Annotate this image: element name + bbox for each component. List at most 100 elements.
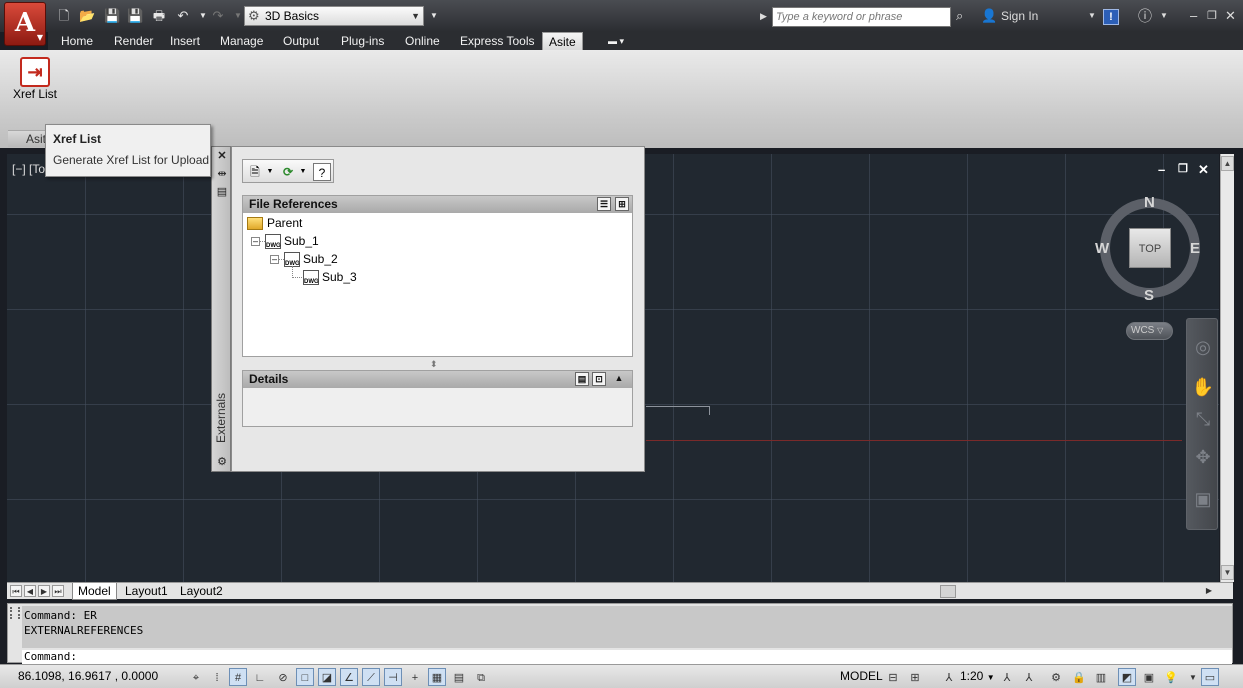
infer-constraints-icon[interactable]: ⌖ bbox=[187, 668, 205, 686]
xref-list-button[interactable]: ⇥ Xref List bbox=[8, 54, 62, 112]
3d-object-snap-icon[interactable]: ◪ bbox=[318, 668, 336, 686]
first-layout-icon[interactable]: ⏮ bbox=[10, 585, 22, 597]
communication-center-icon[interactable]: ! bbox=[1103, 9, 1119, 25]
tree-node-sub-1[interactable]: DWG Sub_1 bbox=[265, 233, 319, 250]
annotation-scale-icon[interactable]: ⅄ bbox=[940, 668, 958, 686]
user-icon[interactable]: 👤 bbox=[981, 6, 997, 26]
viewcube-top-face[interactable]: TOP bbox=[1129, 228, 1171, 268]
properties-icon[interactable]: ▤ bbox=[215, 185, 229, 199]
save-icon[interactable]: 💾 bbox=[104, 8, 120, 24]
ortho-mode-icon[interactable]: ∟ bbox=[251, 668, 269, 686]
transparency-icon[interactable]: ▦ bbox=[428, 668, 446, 686]
quick-view-drawings-icon[interactable]: ⊞ bbox=[906, 668, 924, 686]
tab-express-tools[interactable]: Express Tools bbox=[454, 32, 540, 50]
list-view-icon[interactable]: ☰ bbox=[597, 197, 611, 211]
attach-dropdown-icon[interactable]: ▼ bbox=[265, 163, 275, 181]
refresh-dropdown-icon[interactable]: ▼ bbox=[298, 163, 308, 181]
grid-display-icon[interactable]: # bbox=[229, 668, 247, 686]
workspace-switching-icon[interactable]: ⚙ bbox=[1047, 668, 1065, 686]
selection-cycling-icon[interactable]: ⧉ bbox=[472, 668, 490, 686]
close-icon[interactable]: ✕ bbox=[1225, 6, 1236, 26]
isolate-bulb-icon[interactable]: 💡 bbox=[1162, 668, 1180, 686]
sign-in-dropdown-icon[interactable]: ▼ bbox=[1088, 6, 1096, 26]
application-status-menu-icon[interactable]: ▼ bbox=[1184, 668, 1202, 686]
layout-tab-layout2[interactable]: Layout2 bbox=[175, 583, 228, 600]
collapse-icon[interactable]: – bbox=[251, 237, 260, 246]
ribbon-minimize-icon[interactable]: ▬ ▾ bbox=[602, 32, 630, 50]
help-icon[interactable]: ? bbox=[313, 163, 331, 181]
object-snap-tracking-icon[interactable]: ∠ bbox=[340, 668, 358, 686]
lock-icon[interactable]: 🔒 bbox=[1070, 668, 1088, 686]
tab-render[interactable]: Render bbox=[108, 32, 159, 50]
next-layout-icon[interactable]: ▶ bbox=[38, 585, 50, 597]
compass-north[interactable]: N bbox=[1144, 194, 1155, 211]
pan-icon[interactable]: ✋ bbox=[1191, 375, 1215, 399]
collapse-icon[interactable]: – bbox=[270, 255, 279, 264]
object-snap-icon[interactable]: □ bbox=[296, 668, 314, 686]
vertical-scrollbar[interactable]: ▲ ▼ bbox=[1220, 154, 1234, 582]
hardware-acceleration-icon[interactable]: ▥ bbox=[1092, 668, 1110, 686]
expand-search-icon[interactable]: ▶ bbox=[760, 6, 767, 26]
search-input[interactable]: Type a keyword or phrase bbox=[772, 7, 951, 27]
annotation-scale-menu[interactable]: 1:20 ▼ bbox=[960, 669, 995, 683]
attach-dwg-icon[interactable]: 🗎 bbox=[246, 163, 264, 181]
layout-tab-model[interactable]: Model bbox=[72, 583, 117, 600]
horizontal-scroll-thumb[interactable] bbox=[940, 585, 956, 598]
drawing-properties-icon[interactable]: ▣ bbox=[1140, 668, 1158, 686]
tab-plug-ins[interactable]: Plug-ins bbox=[335, 32, 390, 50]
tree-node-sub-2[interactable]: DWG Sub_2 bbox=[284, 251, 338, 268]
tab-output[interactable]: Output bbox=[277, 32, 325, 50]
binoculars-icon[interactable]: ⌕ bbox=[956, 6, 963, 26]
open-folder-icon[interactable]: 📂 bbox=[79, 8, 95, 24]
restore-icon[interactable]: ❐ bbox=[1207, 6, 1217, 26]
viewport-close-icon[interactable]: ✕ bbox=[1198, 162, 1209, 178]
compass-south[interactable]: S bbox=[1144, 287, 1154, 304]
redo-icon[interactable]: ↷ bbox=[210, 8, 226, 24]
tree-node-parent[interactable]: Parent bbox=[247, 215, 302, 231]
coordinates-readout[interactable]: 86.1098, 16.9617 , 0.0000 bbox=[18, 669, 158, 683]
isolate-objects-icon[interactable]: ◩ bbox=[1118, 668, 1136, 686]
viewport-minimize-icon[interactable]: – bbox=[1158, 162, 1165, 177]
command-window-grip-icon[interactable] bbox=[10, 607, 20, 619]
undo-dropdown-icon[interactable]: ▼ bbox=[195, 8, 211, 24]
preview-icon[interactable]: ⊡ bbox=[592, 372, 606, 386]
last-layout-icon[interactable]: ⏭ bbox=[52, 585, 64, 597]
auto-hide-icon[interactable]: ⇹ bbox=[215, 167, 229, 181]
showmotion-icon[interactable]: ▣ bbox=[1191, 487, 1215, 511]
save-as-icon[interactable]: 💾 bbox=[127, 8, 143, 24]
tree-view-icon[interactable]: ⊞ bbox=[615, 197, 629, 211]
help-dropdown-icon[interactable]: ▼ bbox=[1160, 6, 1168, 26]
scroll-right-icon[interactable]: ▶ bbox=[1203, 585, 1215, 597]
compass-east[interactable]: E bbox=[1190, 240, 1200, 257]
quick-view-layouts-icon[interactable]: ⊟ bbox=[884, 668, 902, 686]
customize-quick-access-icon[interactable]: ▼ bbox=[426, 8, 442, 24]
print-icon[interactable]: 🖶 bbox=[151, 8, 167, 24]
pane-splitter-icon[interactable]: ⬍ bbox=[430, 359, 438, 370]
compass-west[interactable]: W bbox=[1095, 240, 1109, 257]
tree-node-sub-3[interactable]: DWG Sub_3 bbox=[303, 269, 357, 286]
model-space-toggle[interactable]: MODEL bbox=[840, 669, 883, 683]
minimize-icon[interactable]: – bbox=[1190, 6, 1197, 26]
sign-in-button[interactable]: Sign In bbox=[1001, 6, 1038, 26]
annotation-visibility-icon[interactable]: ⅄ bbox=[998, 668, 1016, 686]
layout-tab-layout1[interactable]: Layout1 bbox=[120, 583, 173, 600]
application-menu-button[interactable]: A ▼ bbox=[4, 2, 46, 46]
quick-properties-icon[interactable]: ▤ bbox=[450, 668, 468, 686]
tab-insert[interactable]: Insert bbox=[164, 32, 206, 50]
clean-screen-icon[interactable]: ▭ bbox=[1201, 668, 1219, 686]
new-file-icon[interactable]: 🗋 bbox=[56, 8, 72, 24]
command-input[interactable]: Command: bbox=[22, 650, 1232, 664]
snap-mode-icon[interactable]: ⁞ bbox=[208, 668, 226, 686]
tab-home[interactable]: Home bbox=[55, 32, 99, 50]
scroll-down-icon[interactable]: ▼ bbox=[1221, 565, 1234, 580]
palette-title-strip[interactable]: ✕ ⇹ ▤ Externals ⚙ bbox=[211, 146, 231, 472]
workspace-switcher[interactable]: ⚙ 3D Basics ▼ bbox=[244, 6, 424, 26]
dynamic-ucs-icon[interactable]: ⟋ bbox=[362, 668, 380, 686]
tab-manage[interactable]: Manage bbox=[214, 32, 269, 50]
auto-scale-icon[interactable]: ⅄ bbox=[1020, 668, 1038, 686]
lineweight-icon[interactable]: + bbox=[406, 668, 424, 686]
viewport-controls-label[interactable]: [−] [To bbox=[12, 162, 45, 176]
refresh-icon[interactable]: ⟳ bbox=[279, 163, 297, 181]
undo-icon[interactable]: ↶ bbox=[175, 8, 191, 24]
polar-tracking-icon[interactable]: ⊘ bbox=[274, 668, 292, 686]
